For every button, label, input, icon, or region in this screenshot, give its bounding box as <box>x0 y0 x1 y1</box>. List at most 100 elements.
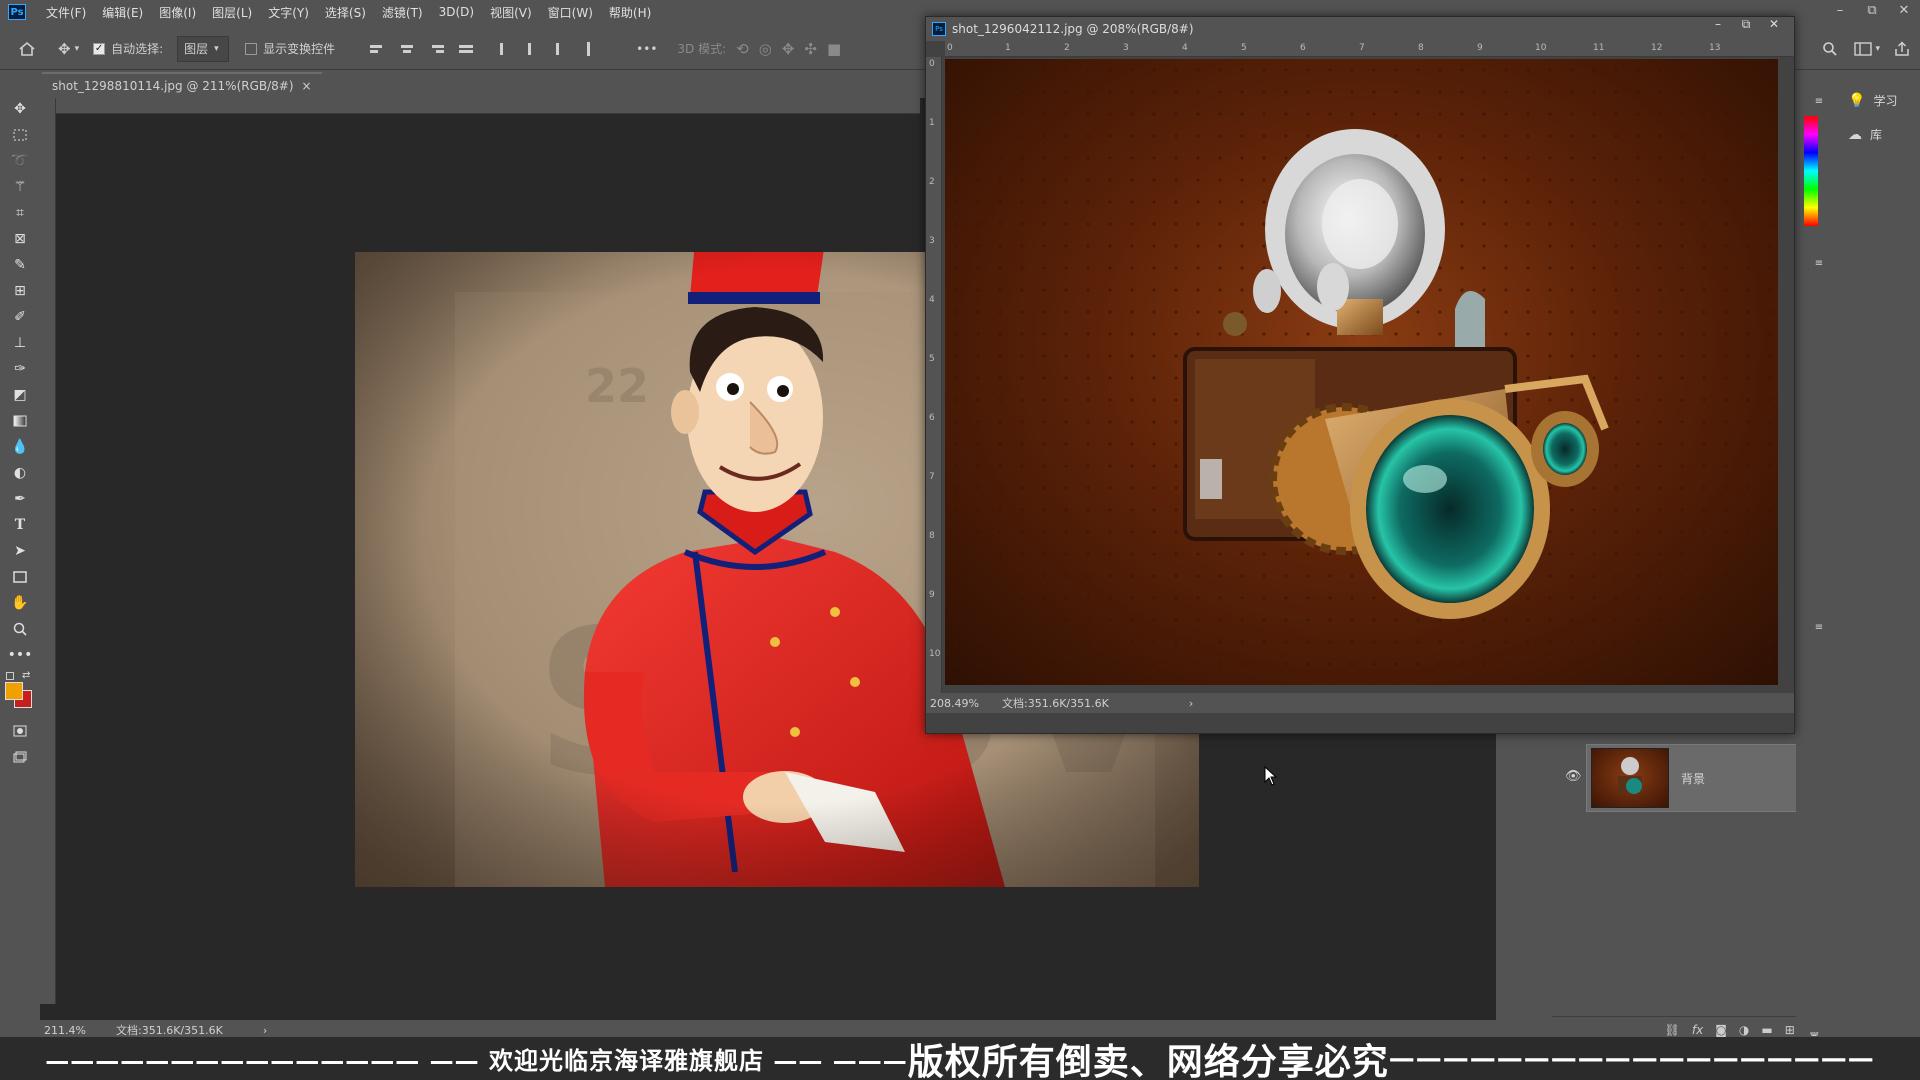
menu-select[interactable]: 选择(S) <box>317 4 374 21</box>
adjustment-icon[interactable]: ◑ <box>1739 1023 1749 1037</box>
watermark-right-text: —————————————————— <box>1388 1043 1875 1074</box>
move-tool[interactable]: ✥ <box>0 96 40 122</box>
watermark-left-text: ——————————————— —— 欢迎光临京海译雅旗舰店 —— ——— <box>45 1047 908 1075</box>
zoom-level[interactable]: 211.4% <box>44 1024 104 1037</box>
eyedropper-tool[interactable]: ✎ <box>0 252 40 278</box>
chevron-down-icon: ▾ <box>74 43 80 54</box>
library-panel-button[interactable]: ☁ 库 <box>1848 126 1882 143</box>
floating-close-button[interactable]: ✕ <box>1760 17 1788 32</box>
close-button[interactable]: ✕ <box>1888 0 1920 22</box>
library-label: 库 <box>1870 128 1883 142</box>
rect-marquee-icon <box>13 129 27 141</box>
layer-row[interactable]: 👁 背景 <box>1565 744 1824 812</box>
align-left-icon[interactable] <box>370 40 388 58</box>
hand-tool[interactable]: ✋ <box>0 590 40 616</box>
magic-wand-tool[interactable]: ⚚ <box>0 174 40 200</box>
tab-close-icon[interactable]: × <box>302 79 312 93</box>
workspace-button[interactable]: ▾ <box>1854 36 1880 62</box>
distribute-horizontal-icon[interactable] <box>587 40 605 58</box>
path-selection-tool[interactable]: ➤ <box>0 538 40 564</box>
panel-menu-icon[interactable]: ≡ <box>1806 622 1832 634</box>
folder-icon[interactable]: ▬ <box>1761 1023 1772 1037</box>
layer-dropdown[interactable]: 图层 ▾ <box>177 35 230 62</box>
align-bottom-icon[interactable] <box>556 40 574 58</box>
panel-menu-icon[interactable]: ≡ <box>1806 96 1832 108</box>
floating-restore-button[interactable]: ⧉ <box>1732 17 1760 32</box>
menu-window[interactable]: 窗口(W) <box>540 4 601 21</box>
auto-select-checkbox[interactable]: ✓ 自动选择: <box>93 36 163 62</box>
3d-orbit-icon[interactable]: ⟲ <box>736 40 749 58</box>
shape-tool[interactable] <box>0 564 40 590</box>
brush-tool[interactable]: ✐ <box>0 304 40 330</box>
menu-filter[interactable]: 滤镜(T) <box>374 4 431 21</box>
menu-file[interactable]: 文件(F) <box>38 4 94 21</box>
foreground-color-swatch[interactable] <box>5 682 23 700</box>
floating-status-menu-arrow-icon[interactable]: › <box>1189 697 1193 710</box>
stamp-icon: ⊥ <box>13 335 27 351</box>
document-size: 文档:351.6K/351.6K <box>116 1024 223 1037</box>
edit-toolbar-button[interactable]: ••• <box>0 642 40 668</box>
lasso-tool[interactable]: ➰ <box>0 148 40 174</box>
restore-button[interactable]: ⧉ <box>1856 0 1888 22</box>
3d-roll-icon[interactable]: ◎ <box>759 40 772 58</box>
move-icon: ✥ <box>58 39 71 58</box>
eyedropper-icon: ✎ <box>14 257 26 273</box>
document-image-camera[interactable] <box>945 59 1778 685</box>
home-button[interactable] <box>18 36 36 62</box>
align-right-icon[interactable] <box>426 40 445 58</box>
distribute-vertical-icon[interactable] <box>459 40 477 58</box>
mask-icon[interactable]: ◙ <box>1715 1023 1727 1037</box>
crop-tool[interactable]: ⌗ <box>0 200 40 226</box>
show-transform-checkbox[interactable]: 显示变换控件 <box>245 36 335 62</box>
menu-3d[interactable]: 3D(D) <box>431 5 482 19</box>
align-top-icon[interactable] <box>500 40 518 58</box>
watermark-banner: ——————————————— —— 欢迎光临京海译雅旗舰店 —— ——— 版权… <box>0 1037 1920 1080</box>
pen-tool[interactable]: ✒ <box>0 486 40 512</box>
zoom-tool[interactable] <box>0 616 40 642</box>
dodge-tool[interactable]: ◐ <box>0 460 40 486</box>
menu-type[interactable]: 文字(Y) <box>260 4 317 21</box>
frame-tool[interactable]: ⊠ <box>0 226 40 252</box>
move-tool-preset[interactable]: ✥ ▾ <box>58 36 79 62</box>
link-icon[interactable]: ⛓ <box>1665 1023 1680 1037</box>
3d-pan-icon[interactable]: ✥ <box>782 40 795 58</box>
fx-icon[interactable]: fx <box>1692 1023 1703 1037</box>
search-button[interactable] <box>1822 36 1838 62</box>
learn-panel-button[interactable]: 💡 学习 <box>1848 92 1897 109</box>
screen-mode-button[interactable] <box>0 744 40 770</box>
quick-mask-button[interactable] <box>0 718 40 744</box>
menu-image[interactable]: 图像(I) <box>151 4 204 21</box>
menu-edit[interactable]: 编辑(E) <box>94 4 151 21</box>
share-button[interactable] <box>1894 36 1910 62</box>
more-options-button[interactable]: ••• <box>636 36 657 62</box>
panel-menu-icon[interactable]: ≡ <box>1806 258 1832 270</box>
color-spectrum-slider[interactable] <box>1804 116 1818 226</box>
3d-scale-icon[interactable]: ■ <box>827 40 841 58</box>
menu-layer[interactable]: 图层(L) <box>204 4 260 21</box>
swap-colors-icon[interactable]: ⇄ <box>22 670 30 681</box>
document-tab[interactable]: shot_1298810114.jpg @ 211%(RGB/8#) × <box>42 72 322 98</box>
eraser-tool[interactable]: ◩ <box>0 382 40 408</box>
eraser-icon: ◩ <box>13 387 27 403</box>
visibility-eye-icon[interactable]: 👁 <box>1565 769 1582 784</box>
menu-view[interactable]: 视图(V) <box>482 4 540 21</box>
menu-help[interactable]: 帮助(H) <box>601 4 659 21</box>
marquee-tool[interactable] <box>0 122 40 148</box>
blur-tool[interactable]: 💧 <box>0 434 40 460</box>
floating-minimize-button[interactable]: – <box>1704 17 1732 32</box>
align-hcenter-icon[interactable] <box>398 40 416 58</box>
floating-document-window[interactable]: Ps shot_1296042112.jpg @ 208%(RGB/8#) – … <box>925 16 1795 734</box>
minimize-button[interactable]: – <box>1824 0 1856 22</box>
floating-window-titlebar[interactable]: Ps shot_1296042112.jpg @ 208%(RGB/8#) – … <box>926 17 1794 41</box>
new-layer-icon[interactable]: ⊞ <box>1785 1023 1795 1037</box>
gradient-tool[interactable] <box>0 408 40 434</box>
healing-tool[interactable]: ⊞ <box>0 278 40 304</box>
align-vcenter-icon[interactable] <box>528 40 546 58</box>
default-colors-icon[interactable] <box>6 672 14 680</box>
floating-zoom-level[interactable]: 208.49% <box>930 697 990 710</box>
3d-slide-icon[interactable]: ✣ <box>804 40 817 58</box>
status-menu-arrow-icon[interactable]: › <box>263 1024 267 1037</box>
history-brush-tool[interactable]: ✑ <box>0 356 40 382</box>
stamp-tool[interactable]: ⊥ <box>0 330 40 356</box>
type-tool[interactable]: T <box>0 512 40 538</box>
